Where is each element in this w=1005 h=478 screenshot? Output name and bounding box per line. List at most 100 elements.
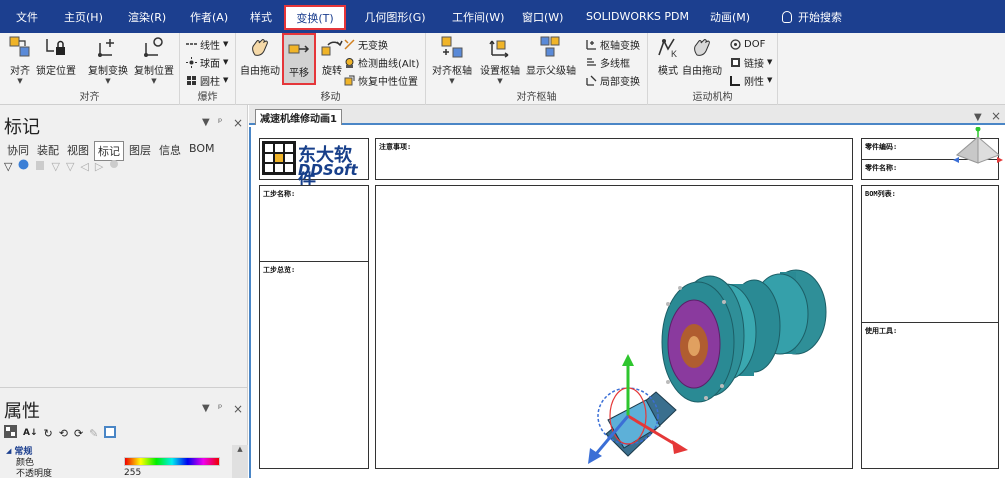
menu-render[interactable]: 渲染(R) xyxy=(120,0,182,33)
dropdown-arrow-icon: ▼ xyxy=(17,77,23,85)
next-icon[interactable]: ▷ xyxy=(95,160,103,173)
tab-layers[interactable]: 图层 xyxy=(126,141,154,161)
group-label-move: 移动 xyxy=(320,92,341,103)
dof-button[interactable]: DOF xyxy=(730,36,765,52)
reset-icon[interactable]: ⟳ xyxy=(74,427,83,440)
search-box[interactable]: 开始搜索 xyxy=(764,9,842,25)
notes-label: 注意事项: xyxy=(379,143,412,151)
step-overview-label: 工步总览: xyxy=(263,266,296,274)
dropdown-arrow-icon: ▼ xyxy=(105,77,111,85)
filter-icon[interactable]: ▽ xyxy=(4,160,12,173)
link-button[interactable]: 链接 ▼ xyxy=(730,54,772,70)
prev-icon[interactable]: ◁ xyxy=(80,160,88,173)
globe-icon[interactable] xyxy=(18,159,29,173)
show-parent-pivot-button[interactable]: 显示父级轴 xyxy=(526,35,576,77)
search-label: 开始搜索 xyxy=(798,10,842,24)
close-icon[interactable]: × xyxy=(233,402,243,416)
close-icon[interactable]: × xyxy=(233,116,243,130)
tab-markup[interactable]: 标记 xyxy=(94,141,124,161)
document-controls: ▼ × xyxy=(974,109,1001,123)
tab-assembly[interactable]: 装配 xyxy=(34,141,62,161)
step-overview-box: 工步总览: xyxy=(259,261,369,469)
property-row-opacity[interactable]: 不透明度 255 xyxy=(0,467,232,478)
grid-icon[interactable] xyxy=(104,425,117,441)
rigid-icon xyxy=(730,75,741,86)
filter-remove-icon[interactable]: ▽ xyxy=(66,160,74,173)
group-label-mechanism: 运动机构 xyxy=(692,92,733,103)
brush-icon[interactable]: ✎ xyxy=(89,427,98,440)
delete-icon[interactable] xyxy=(35,159,45,173)
scroll-up-icon[interactable]: ▲ xyxy=(232,445,248,453)
filter-add-icon[interactable]: ▽ xyxy=(51,160,59,173)
tab-info[interactable]: 信息 xyxy=(156,141,184,161)
close-document-icon[interactable]: × xyxy=(991,109,1001,123)
scrollbar[interactable]: ▲ xyxy=(232,445,248,478)
panel-dropdown-icon[interactable]: ▼ xyxy=(202,403,210,414)
tab-list-icon[interactable]: ▼ xyxy=(974,112,982,123)
free-drag-button[interactable]: 自由拖动 xyxy=(240,35,280,77)
document-tab[interactable]: 减速机维修动画1 xyxy=(255,109,342,125)
cylinder-explode-icon xyxy=(186,75,197,86)
panel-dropdown-icon[interactable]: ▼ xyxy=(202,117,210,128)
dropdown-arrow-icon: ▼ xyxy=(449,77,455,85)
view-cube-icon[interactable] xyxy=(951,127,1005,169)
zoom-icon[interactable] xyxy=(109,159,120,173)
copy-transform-button[interactable]: 复制变换 ▼ xyxy=(88,35,128,85)
no-transform-button[interactable]: 无变换 xyxy=(344,36,388,52)
align-button[interactable]: 对齐 ▼ xyxy=(8,35,32,85)
refresh-icon[interactable]: ↻ xyxy=(44,427,53,440)
tab-view[interactable]: 视图 xyxy=(64,141,92,161)
multiline-box-icon xyxy=(586,57,597,68)
logo-box: 东大软件 DDSoft xyxy=(259,138,369,192)
tab-bom[interactable]: BOM xyxy=(186,141,218,161)
explode-sphere-button[interactable]: 球面 ▼ xyxy=(186,54,228,70)
rigid-button[interactable]: 刚性 ▼ xyxy=(730,72,772,88)
properties-toolbar: A↓ ↻ ⟲ ⟳ ✎ xyxy=(4,425,117,441)
pivot-transform-icon xyxy=(586,39,597,50)
sort-az-icon[interactable]: A↓ xyxy=(23,428,38,438)
menu-geometry[interactable]: 几何图形(G) xyxy=(346,0,444,33)
local-transform-button[interactable]: 局部变换 xyxy=(586,72,640,88)
pin-icon[interactable]: ᵖ xyxy=(218,403,222,414)
pivot-transform-button[interactable]: 枢轴变换 xyxy=(586,36,640,52)
align-pivot-icon xyxy=(440,35,464,59)
rotate-button[interactable]: 旋转 xyxy=(320,35,344,77)
copy-position-button[interactable]: 复制位置 ▼ xyxy=(134,35,174,85)
tab-collab[interactable]: 协同 xyxy=(4,141,32,161)
viewport-canvas[interactable]: 东大软件 DDSoft 注意事项: 零件编码: 零件名称: 工步名称: 工步总览… xyxy=(249,127,1005,478)
menu-transform[interactable]: 变换(T) xyxy=(284,5,346,30)
set-pivot-button[interactable]: 设置枢轴 ▼ xyxy=(480,35,520,85)
lock-position-button[interactable]: 锁定位置 xyxy=(36,35,76,77)
menu-file[interactable]: 文件 xyxy=(0,0,56,33)
restore-neutral-button[interactable]: 恢复中性位置 xyxy=(344,72,418,88)
menu-home[interactable]: 主页(H) xyxy=(56,0,120,33)
dropdown-arrow-icon: ▼ xyxy=(497,77,503,85)
align-pivot-button[interactable]: 对齐枢轴 ▼ xyxy=(432,35,472,85)
main-viewport-box[interactable] xyxy=(375,185,853,469)
pin-icon[interactable]: ᵖ xyxy=(218,117,222,128)
menu-workspace[interactable]: 工作间(W) xyxy=(444,0,514,33)
translate-button[interactable]: 平移 xyxy=(282,33,316,85)
menu-bar: 文件 主页(H) 渲染(R) 作者(A) 样式 变换(T) 几何图形(G) 工作… xyxy=(0,0,1005,33)
menu-style[interactable]: 样式 xyxy=(242,0,284,33)
ribbon-group-align: 对齐 ▼ 锁定位置 复制变换 ▼ 复制位置 ▼ 对齐 xyxy=(0,33,180,105)
sync-icon[interactable]: ⟲ xyxy=(59,427,68,440)
parent-pivot-icon xyxy=(539,35,563,59)
detect-curve-icon xyxy=(344,57,355,68)
multiline-box-button[interactable]: 多线框 xyxy=(586,54,630,70)
ribbon-group-move: 自由拖动 平移 旋转 无变换 检测曲线(Alt) 恢复中性位置 移动 xyxy=(236,33,426,105)
menu-window[interactable]: 窗口(W) xyxy=(514,0,578,33)
menu-solidworks-pdm[interactable]: SOLIDWORKS PDM xyxy=(578,0,702,33)
explode-linear-button[interactable]: 线性 ▼ xyxy=(186,36,228,52)
detect-curve-button[interactable]: 检测曲线(Alt) xyxy=(344,54,419,70)
menu-author[interactable]: 作者(A) xyxy=(182,0,242,33)
color-swatch[interactable] xyxy=(124,457,220,466)
markup-toolbar: ▽ ▽ ▽ ◁ ▷ xyxy=(4,159,120,173)
reducer-model[interactable] xyxy=(376,186,852,468)
mechanism-free-drag-button[interactable]: 自由拖动 xyxy=(682,35,722,77)
categorized-icon[interactable] xyxy=(4,425,17,441)
mechanism-mode-button[interactable]: K 模式 xyxy=(656,35,680,77)
menu-animation[interactable]: 动画(M) xyxy=(702,0,764,33)
explode-cylinder-button[interactable]: 圆柱 ▼ xyxy=(186,72,228,88)
step-name-box: 工步名称: xyxy=(259,185,369,262)
